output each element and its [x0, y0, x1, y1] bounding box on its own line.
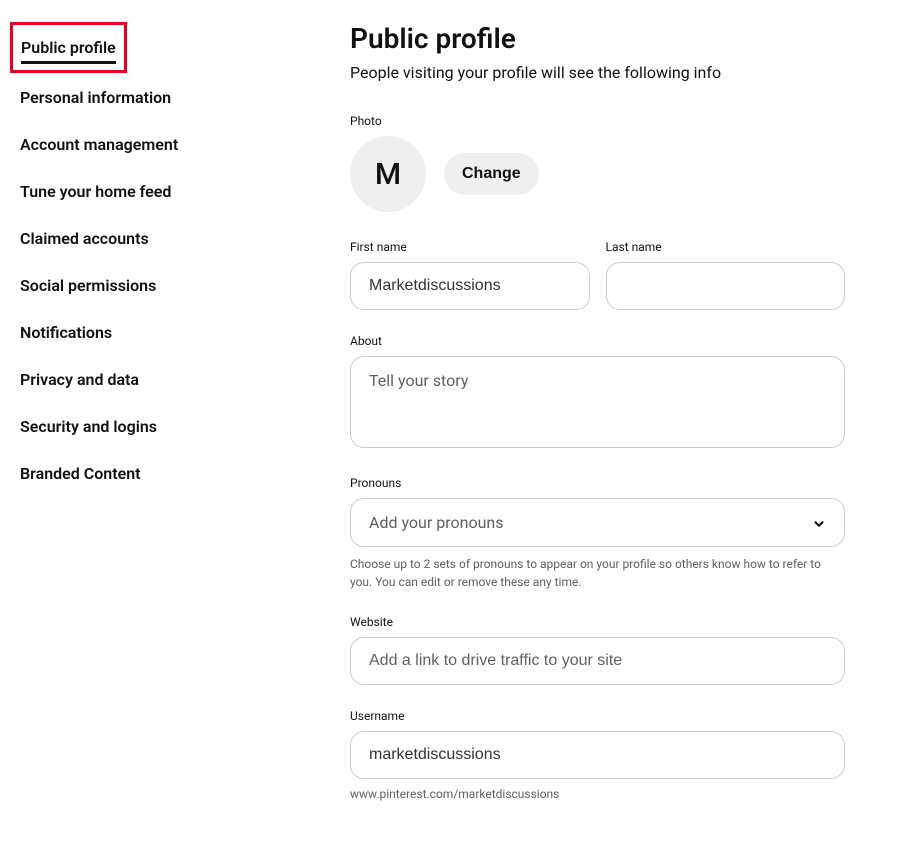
last-name-label: Last name — [606, 240, 846, 254]
sidebar-item-branded-content[interactable]: Branded Content — [20, 457, 141, 490]
sidebar-item-tune-home-feed[interactable]: Tune your home feed — [20, 175, 171, 208]
pronouns-label: Pronouns — [350, 476, 845, 490]
last-name-input[interactable] — [606, 262, 846, 310]
sidebar-item-notifications[interactable]: Notifications — [20, 316, 112, 349]
highlight-box: Public profile — [10, 22, 127, 73]
sidebar-item-privacy-data[interactable]: Privacy and data — [20, 363, 139, 396]
username-input[interactable] — [350, 731, 845, 779]
sidebar-item-account-management[interactable]: Account management — [20, 128, 178, 161]
photo-section: Photo M Change — [350, 114, 845, 212]
pronouns-placeholder: Add your pronouns — [369, 513, 504, 532]
change-photo-button[interactable]: Change — [444, 153, 539, 195]
pronouns-help-text: Choose up to 2 sets of pronouns to appea… — [350, 555, 845, 591]
pronouns-select[interactable]: Add your pronouns — [350, 498, 845, 547]
main-content: Public profile People visiting your prof… — [300, 22, 885, 825]
about-textarea[interactable] — [350, 356, 845, 448]
photo-label: Photo — [350, 114, 845, 128]
page-title: Public profile — [350, 22, 845, 55]
sidebar-item-public-profile[interactable]: Public profile — [21, 31, 116, 64]
page-subtitle: People visiting your profile will see th… — [350, 63, 845, 82]
first-name-label: First name — [350, 240, 590, 254]
sidebar-item-personal-information[interactable]: Personal information — [20, 81, 171, 114]
website-label: Website — [350, 615, 845, 629]
sidebar-item-claimed-accounts[interactable]: Claimed accounts — [20, 222, 149, 255]
about-label: About — [350, 334, 845, 348]
avatar: M — [350, 136, 426, 212]
sidebar-item-social-permissions[interactable]: Social permissions — [20, 269, 156, 302]
username-label: Username — [350, 709, 845, 723]
chevron-down-icon — [812, 516, 826, 530]
username-url: www.pinterest.com/marketdiscussions — [350, 787, 845, 801]
settings-sidebar: Public profile Personal information Acco… — [20, 22, 300, 825]
first-name-input[interactable] — [350, 262, 590, 310]
website-input[interactable] — [350, 637, 845, 685]
sidebar-item-security-logins[interactable]: Security and logins — [20, 410, 157, 443]
